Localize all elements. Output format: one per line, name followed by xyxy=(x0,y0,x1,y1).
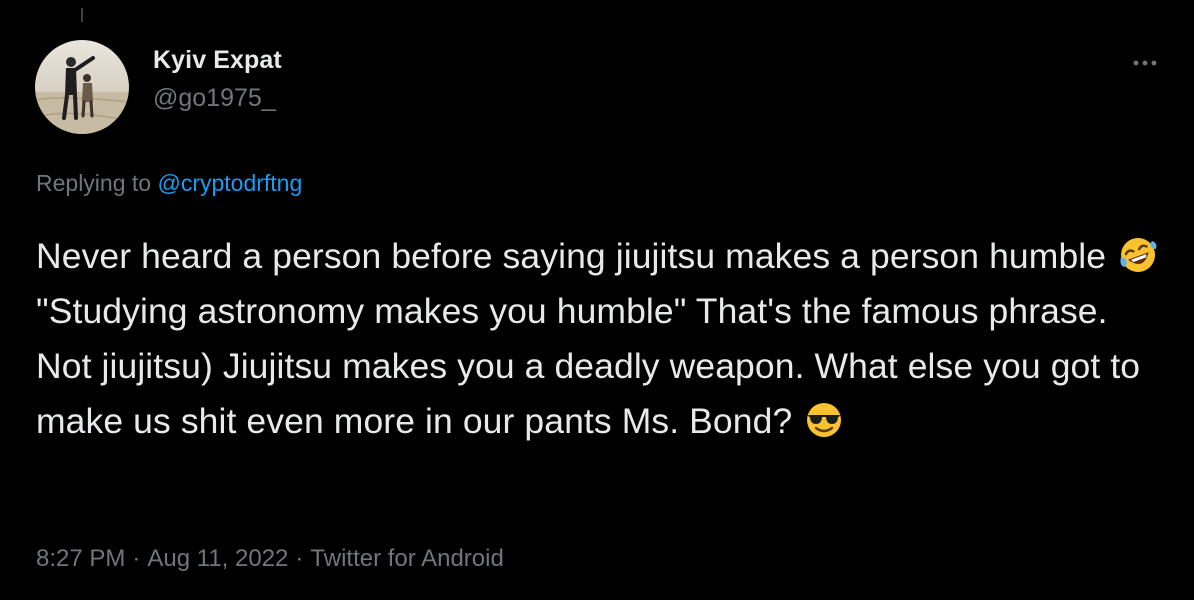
thread-connector-line xyxy=(81,8,83,22)
tweet-source[interactable]: Twitter for Android xyxy=(310,545,503,572)
tweet-text-part2: "Studying astronomy makes you humble" Th… xyxy=(36,291,1141,441)
tweet-date[interactable]: Aug 11, 2022 xyxy=(147,545,288,572)
ellipsis-icon[interactable] xyxy=(1128,46,1162,80)
author-handle[interactable]: @go1975_ xyxy=(153,84,276,113)
meta-separator: · xyxy=(295,545,304,572)
meta-separator: · xyxy=(132,545,141,572)
smiling-face-with-sunglasses-emoji xyxy=(804,400,844,440)
avatar-beach-photo xyxy=(35,40,129,134)
rolling-on-floor-laughing-emoji xyxy=(1118,235,1158,275)
replying-to-prefix: Replying to xyxy=(36,170,152,196)
tweet-time[interactable]: 8:27 PM xyxy=(36,545,125,572)
replying-to-line: Replying to @cryptodrftng xyxy=(36,170,302,197)
reply-mention-link[interactable]: @cryptodrftng xyxy=(157,170,302,196)
author-name[interactable]: Kyiv Expat xyxy=(153,46,282,75)
tweet-text-part1: Never heard a person before saying jiuji… xyxy=(36,236,1107,276)
avatar[interactable] xyxy=(35,40,129,134)
tweet-meta: 8:27 PM · Aug 11, 2022 · Twitter for Android xyxy=(36,545,504,573)
tweet-text: Never heard a person before saying jiuji… xyxy=(36,229,1166,449)
